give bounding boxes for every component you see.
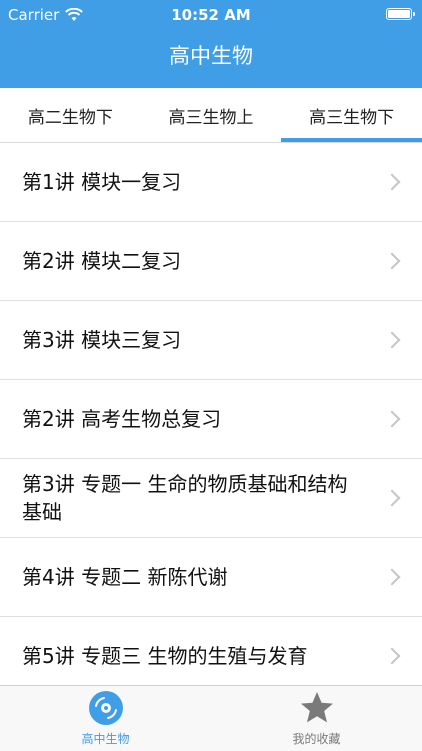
list-item[interactable]: 第1讲 模块一复习 — [0, 143, 422, 222]
bottom-tab-bar: 高中生物 我的收藏 — [0, 685, 422, 751]
chevron-right-icon — [383, 647, 401, 665]
list-item-title: 第2讲 模块二复习 — [22, 249, 182, 273]
chevron-right-icon — [383, 410, 401, 428]
list-item-title: 第2讲 高考生物总复习 — [22, 407, 222, 431]
list-item-title: 第4讲 专题二 新陈代谢 — [22, 565, 228, 589]
lesson-list[interactable]: 第1讲 模块一复习 第2讲 模块二复习 第3讲 模块三复习 第2讲 高考生物总复… — [0, 143, 422, 685]
list-item[interactable]: 第3讲 专题一 生命的物质基础和结构基础 — [0, 459, 422, 538]
chevron-right-icon — [383, 173, 401, 191]
segment-tabs: 高二生物下 高三生物上 高三生物下 — [0, 88, 422, 142]
chevron-right-icon — [383, 568, 401, 586]
tab-grade3-second[interactable]: 高三生物下 — [281, 88, 422, 142]
chevron-right-icon — [383, 331, 401, 349]
chevron-right-icon — [383, 252, 401, 270]
tabbar-label: 高中生物 — [81, 732, 130, 746]
list-item[interactable]: 第4讲 专题二 新陈代谢 — [0, 538, 422, 617]
list-item[interactable]: 第2讲 模块二复习 — [0, 222, 422, 301]
star-icon — [300, 692, 333, 723]
tabbar-label: 我的收藏 — [292, 732, 341, 746]
tab-label: 高三生物下 — [309, 107, 395, 128]
list-item[interactable]: 第3讲 模块三复习 — [0, 301, 422, 380]
battery-icon — [386, 8, 415, 20]
tabbar-item-favorites[interactable]: 我的收藏 — [211, 686, 422, 751]
tab-grade2-second[interactable]: 高二生物下 — [0, 88, 141, 142]
status-time: 10:52 AM — [171, 6, 251, 24]
disc-icon — [88, 691, 123, 725]
list-item[interactable]: 第5讲 专题三 生物的生殖与发育 — [0, 617, 422, 685]
list-item[interactable]: 第2讲 高考生物总复习 — [0, 380, 422, 459]
tab-label: 高二生物下 — [27, 107, 113, 128]
list-item-title: 第1讲 模块一复习 — [22, 170, 182, 194]
list-item-title: 第3讲 专题一 生命的物质基础和结构基础 — [22, 472, 348, 524]
page-title: 高中生物 — [169, 44, 253, 68]
tab-label: 高三生物上 — [168, 107, 254, 128]
status-bar: Carrier 10:52 AM — [0, 0, 422, 30]
chevron-right-icon — [383, 489, 401, 507]
list-item-title: 第5讲 专题三 生物的生殖与发育 — [22, 644, 308, 668]
header: Carrier 10:52 AM 高中生物 — [0, 0, 422, 88]
tab-grade3-first[interactable]: 高三生物上 — [141, 88, 282, 142]
list-item-title: 第3讲 模块三复习 — [22, 328, 182, 352]
tabbar-item-biology[interactable]: 高中生物 — [0, 686, 211, 751]
